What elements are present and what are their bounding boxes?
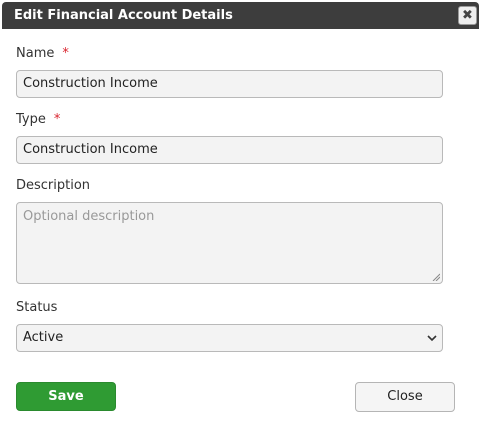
description-textarea[interactable]: Optional description xyxy=(16,202,443,284)
edit-account-dialog: Edit Financial Account Details ✖ Name * C… xyxy=(0,0,481,427)
type-label: Type * xyxy=(16,112,60,127)
type-input[interactable]: Construction Income xyxy=(16,136,443,164)
chevron-down-icon xyxy=(427,335,437,342)
status-selected-value: Active xyxy=(23,330,64,345)
type-label-text: Type xyxy=(16,112,46,127)
close-button[interactable]: Close xyxy=(355,382,455,412)
name-input[interactable]: Construction Income xyxy=(16,70,443,98)
status-select[interactable]: Active xyxy=(16,324,443,352)
close-icon[interactable]: ✖ xyxy=(458,6,477,25)
name-label-text: Name xyxy=(16,46,55,61)
name-label: Name * xyxy=(16,46,69,61)
status-label: Status xyxy=(16,300,58,315)
description-placeholder: Optional description xyxy=(23,209,155,224)
dialog-titlebar: Edit Financial Account Details ✖ xyxy=(2,2,479,29)
dialog-title: Edit Financial Account Details xyxy=(14,8,233,23)
description-label: Description xyxy=(16,178,91,193)
required-marker: * xyxy=(62,46,69,61)
save-button[interactable]: Save xyxy=(16,382,116,411)
required-marker: * xyxy=(53,112,61,127)
resize-grip-icon[interactable] xyxy=(432,273,440,281)
